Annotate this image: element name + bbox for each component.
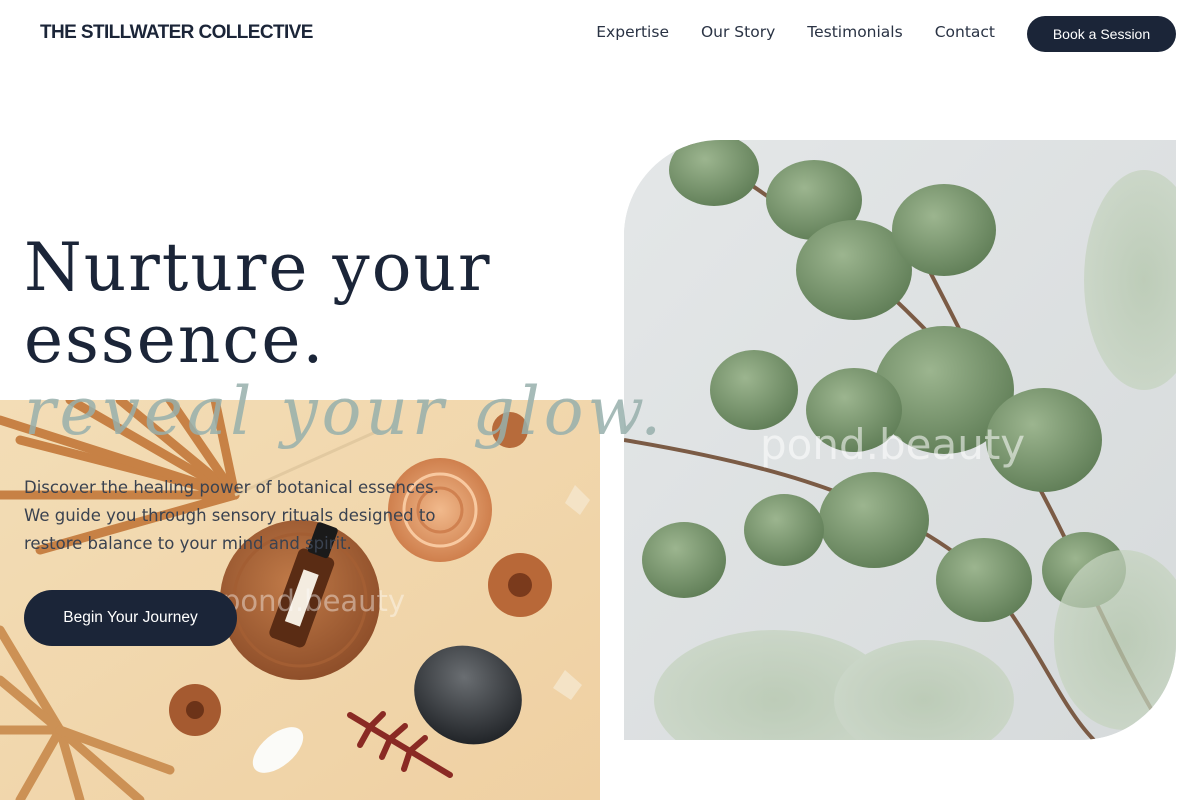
image-watermark-right: pond.beauty	[760, 420, 1026, 469]
nav-link-contact[interactable]: Contact	[935, 23, 995, 41]
hero-description: Discover the healing power of botanical …	[24, 474, 474, 558]
nav-link-expertise[interactable]: Expertise	[596, 23, 669, 41]
main-nav: Expertise Our Story Testimonials Contact	[596, 23, 995, 41]
image-watermark-left: pond.beauty	[222, 584, 406, 618]
nav-link-our-story[interactable]: Our Story	[701, 23, 775, 41]
hero-description-line-1: Discover the healing power of botanical …	[24, 478, 439, 497]
nav-link-testimonials[interactable]: Testimonials	[807, 23, 902, 41]
hero-description-line-3: restore balance to your mind and spirit.	[24, 534, 352, 553]
begin-journey-button[interactable]: Begin Your Journey	[24, 590, 237, 646]
site-header: THE STILLWATER COLLECTIVE Expertise Our …	[0, 0, 1200, 68]
brand-logo[interactable]: THE STILLWATER COLLECTIVE	[40, 22, 313, 44]
book-session-button[interactable]: Book a Session	[1027, 16, 1176, 52]
hero-accent-line: reveal your glow.	[24, 373, 666, 450]
hero-title-line-1: Nurture your	[24, 229, 492, 306]
hero-title-line-2: essence.	[24, 301, 326, 378]
hero-title: Nurture your essence.	[24, 232, 614, 376]
hero-description-line-2: We guide you through sensory rituals des…	[24, 506, 436, 525]
